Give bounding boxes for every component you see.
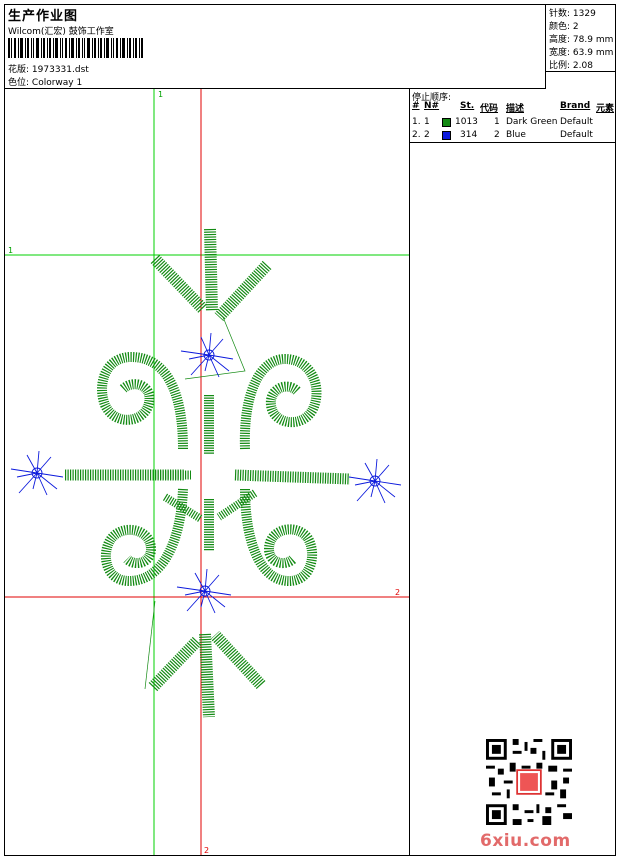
row-desc: Dark Green xyxy=(506,117,558,127)
col-n: N# xyxy=(424,101,440,111)
blue-star-left xyxy=(10,450,64,496)
row-num: 2. xyxy=(412,130,421,140)
stat-scale: 比例: 2.08 xyxy=(549,58,593,71)
stat-value: 2 xyxy=(572,22,579,32)
stat-height: 高度: 78.9 mm xyxy=(549,32,613,45)
blue-star-bottom xyxy=(176,568,232,614)
blue-star-right xyxy=(348,458,402,504)
stat-colors: 颜色: 2 xyxy=(549,19,579,32)
stat-label: 针数: xyxy=(549,9,571,19)
row-n: 2 xyxy=(424,130,430,140)
row-st: 1013 xyxy=(455,117,478,127)
row-code: 1 xyxy=(494,117,500,127)
table-row[interactable]: 1. 1 1013 1 Dark Green Default xyxy=(410,117,615,129)
barcode-icon xyxy=(8,38,143,58)
row-desc: Blue xyxy=(506,130,526,140)
stat-label: 宽度: xyxy=(549,48,571,58)
stat-label: 高度: xyxy=(549,35,571,45)
col-st: St. xyxy=(460,101,475,111)
stop-sequence-panel: 停止顺序: # N# St. 代码 描述 Brand 元素 1. 1 1013 … xyxy=(409,89,615,855)
red-v-guide-label: 2 xyxy=(204,846,209,855)
stat-stitches: 针数: 1329 xyxy=(549,6,596,19)
col-num: # xyxy=(412,101,420,111)
blue-star-top xyxy=(180,332,234,378)
red-seal-icon xyxy=(520,773,538,791)
stat-value: 1329 xyxy=(572,9,596,19)
col-elem: 元素 xyxy=(596,104,615,114)
design-file-value: 1973331.dst xyxy=(31,65,89,75)
header-block: 生产作业图 Wilcom(汇宏) 鼓饰工作室 花版: 1973331.dst 色… xyxy=(5,5,546,89)
table-row[interactable]: 2. 2 314 2 Blue Default xyxy=(410,130,615,142)
colorway-row: 色位: Colorway 1 xyxy=(8,75,82,88)
row-brand: Default xyxy=(560,130,593,140)
col-code: 代码 xyxy=(480,104,499,114)
stat-label: 比例: xyxy=(549,61,571,71)
design-file-label: 花版: xyxy=(8,65,30,75)
color-swatch xyxy=(442,118,451,127)
stat-value: 63.9 mm xyxy=(572,48,614,58)
green-h-guide-label: 1 xyxy=(8,246,13,255)
col-brand: Brand xyxy=(560,101,591,111)
table-divider xyxy=(410,142,615,143)
col-desc: 描述 xyxy=(506,104,525,114)
stat-value: 78.9 mm xyxy=(572,35,614,45)
stop-sequence-header: # N# St. 代码 描述 Brand 元素 xyxy=(410,101,615,114)
color-swatch xyxy=(442,131,451,140)
design-file-row: 花版: 1973331.dst xyxy=(8,62,89,75)
row-brand: Default xyxy=(560,117,593,127)
green-v-guide-label: 1 xyxy=(158,90,163,99)
studio-name: Wilcom(汇宏) 鼓饰工作室 xyxy=(8,27,114,37)
row-st: 314 xyxy=(460,130,478,140)
stats-block: 针数: 1329 颜色: 2 高度: 78.9 mm 宽度: 63.9 mm 比… xyxy=(546,5,615,72)
page-title: 生产作业图 xyxy=(8,9,79,24)
worksheet-frame: 生产作业图 Wilcom(汇宏) 鼓饰工作室 花版: 1973331.dst 色… xyxy=(4,4,616,856)
colorway-label: 色位: xyxy=(8,78,30,88)
stat-label: 颜色: xyxy=(549,22,571,32)
row-n: 1 xyxy=(424,117,430,127)
stat-value: 2.08 xyxy=(572,61,593,71)
watermark-text: 6xiu.com xyxy=(480,831,571,851)
stat-width: 宽度: 63.9 mm xyxy=(549,45,613,58)
design-canvas[interactable]: 1 1 2 2 xyxy=(5,89,409,855)
row-code: 2 xyxy=(494,130,500,140)
row-num: 1. xyxy=(412,117,421,127)
green-embroidery xyxy=(65,228,351,718)
qr-code-icon[interactable] xyxy=(486,739,572,825)
colorway-value: Colorway 1 xyxy=(31,78,83,88)
red-h-guide-label: 2 xyxy=(395,588,400,597)
